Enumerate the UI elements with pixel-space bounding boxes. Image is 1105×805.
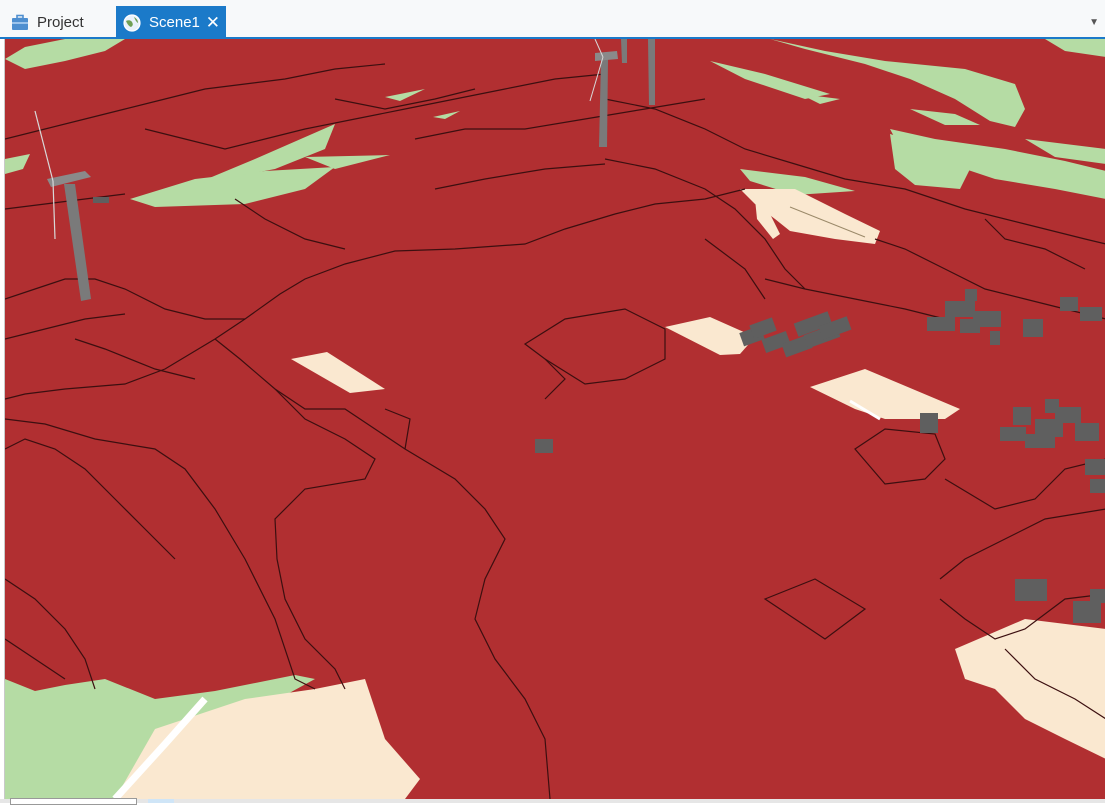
close-icon[interactable]: ✕: [206, 13, 220, 33]
scene-view[interactable]: [4, 39, 1105, 799]
tab-project[interactable]: Project: [8, 6, 90, 39]
tab-bar: Project Scene1 ✕ ▼: [0, 0, 1105, 39]
status-indicator: [148, 799, 174, 803]
globe-icon: [122, 13, 142, 33]
scene-canvas[interactable]: [5, 39, 1105, 799]
scale-box[interactable]: [10, 798, 137, 805]
briefcase-icon: [10, 13, 30, 33]
chevron-down-icon[interactable]: ▼: [1089, 17, 1099, 28]
tab-scene1[interactable]: Scene1 ✕: [116, 6, 226, 39]
tab-project-label: Project: [37, 14, 84, 31]
tab-scene1-label: Scene1: [149, 14, 200, 31]
